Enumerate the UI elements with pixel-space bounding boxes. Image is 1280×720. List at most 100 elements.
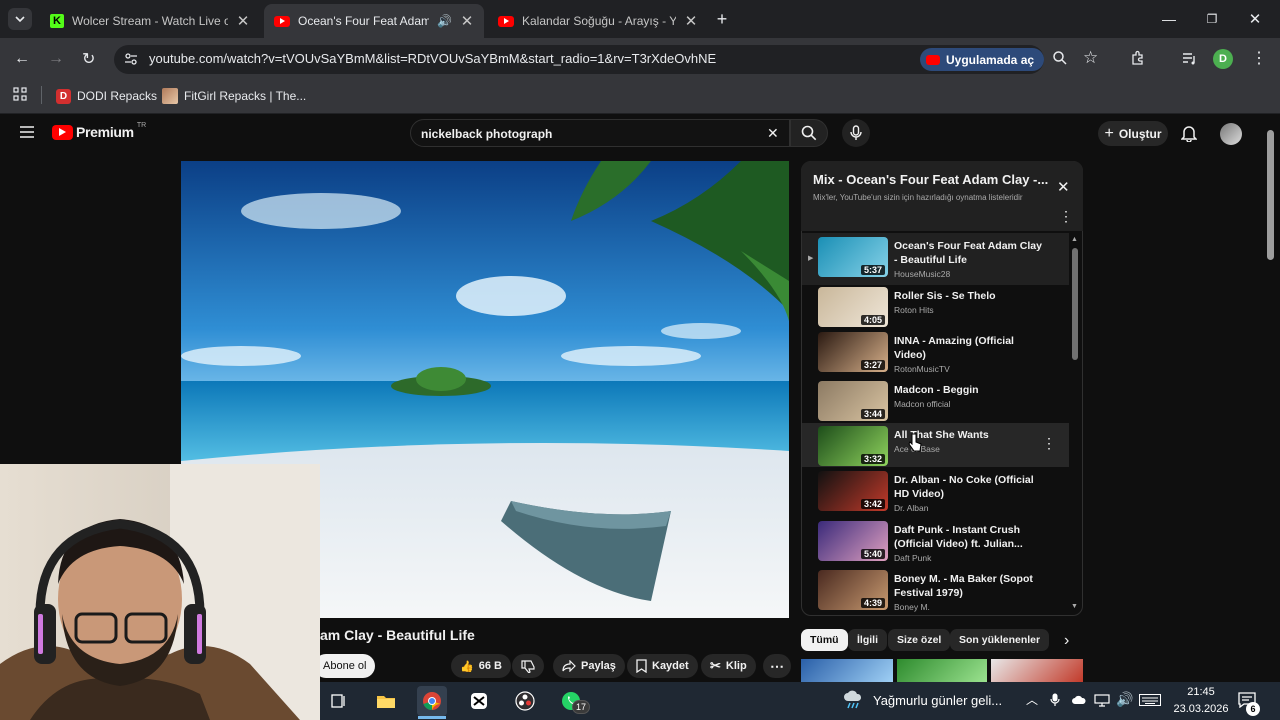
onedrive-cloud-icon[interactable]	[1071, 694, 1087, 706]
zoom-icon[interactable]	[1052, 50, 1068, 66]
bookmark-fitgirl[interactable]: FitGirl Repacks | The...	[162, 86, 306, 106]
duration: 4:39	[860, 598, 885, 608]
tab-kick[interactable]: K Wolcer Stream - Watch Live on ✕	[40, 4, 260, 38]
tab-title: Ocean's Four Feat Adam Cl	[298, 14, 430, 28]
playlist-item[interactable]: 5:40 Daft Punk - Instant Crush (Official…	[802, 521, 1070, 566]
close-icon[interactable]: ✕	[684, 12, 698, 30]
restore-button[interactable]: ❐	[1201, 8, 1223, 30]
playlist-item[interactable]: 3:32 All That She Wants Ace of Base ⋮	[802, 426, 1070, 471]
chip-all[interactable]: Tümü	[801, 629, 848, 651]
playlist-item[interactable]: 5:37 Ocean's Four Feat Adam Clay - Beaut…	[802, 237, 1070, 282]
tray-chevron-up-icon[interactable]: ︿	[1026, 691, 1038, 708]
clip-button[interactable]: ✂ Klip	[701, 654, 756, 678]
minimize-button[interactable]: —	[1158, 8, 1180, 30]
new-tab-button[interactable]: +	[711, 8, 733, 30]
dislike-button[interactable]	[512, 654, 544, 678]
scroll-up-icon[interactable]: ▲	[1071, 236, 1078, 243]
chip-related[interactable]: İlgili	[848, 629, 887, 651]
search-value: nickelback photograph	[421, 127, 553, 141]
chips-next-icon[interactable]: ›	[1064, 632, 1069, 650]
playlist-menu-kebab-icon[interactable]: ⋮	[1059, 208, 1073, 225]
tab-youtube-active[interactable]: Ocean's Four Feat Adam Cl 🔊 ✕	[264, 4, 484, 38]
network-icon[interactable]	[1094, 694, 1110, 707]
playlist-item[interactable]: 3:27 INNA - Amazing (Official Video) Rot…	[802, 332, 1070, 377]
recommendation-thumbnail[interactable]	[991, 659, 1083, 682]
media-control-icon[interactable]	[1181, 50, 1197, 66]
item-title: Ocean's Four Feat Adam Clay - Beautiful …	[894, 240, 1042, 266]
close-window-button[interactable]: ✕	[1244, 8, 1266, 30]
apps-grid-icon[interactable]	[13, 87, 27, 101]
playlist-item[interactable]: 4:05 Roller Sis - Se Thelo Roton Hits	[802, 287, 1070, 332]
menu-kebab-icon[interactable]: ⋮	[1251, 48, 1267, 68]
keyboard-icon[interactable]	[1139, 694, 1161, 706]
capcut-icon[interactable]	[464, 686, 494, 716]
obs-icon[interactable]	[510, 686, 540, 716]
whatsapp-badge: 17	[572, 700, 590, 714]
volume-icon[interactable]: 🔊	[1116, 691, 1133, 708]
account-avatar[interactable]	[1220, 123, 1242, 145]
close-icon[interactable]: ✕	[460, 12, 474, 30]
microphone-tray-icon[interactable]	[1050, 693, 1060, 707]
clip-label: Klip	[725, 660, 747, 672]
duration: 3:42	[860, 499, 885, 509]
tab-youtube-kalandar[interactable]: Kalandar Soğuğu - Arayış - You ✕	[488, 4, 708, 38]
item-title: Madcon - Beggin	[894, 384, 979, 396]
file-explorer-icon[interactable]	[371, 686, 401, 716]
voice-search-button[interactable]	[842, 119, 870, 147]
like-button[interactable]: 👍 66 B	[451, 654, 511, 678]
playlist-scrollbar[interactable]	[1072, 248, 1078, 360]
more-actions-button[interactable]: ⋯	[763, 654, 791, 678]
close-icon[interactable]: ✕	[236, 12, 250, 30]
search-input[interactable]: nickelback photograph ✕	[410, 119, 790, 147]
site-info-icon[interactable]	[124, 52, 138, 66]
open-in-app-button[interactable]: Uygulamada aç	[920, 48, 1045, 71]
weather-rain-icon[interactable]	[843, 690, 865, 710]
notifications-bell-icon[interactable]	[1181, 124, 1197, 142]
recommendation-thumbnail[interactable]	[897, 659, 987, 682]
weather-text[interactable]: Yağmurlu günler geli...	[873, 693, 1002, 708]
thumbnail: 5:40	[818, 521, 888, 561]
forward-icon[interactable]: →	[48, 50, 64, 68]
clear-search-icon[interactable]: ✕	[767, 125, 779, 142]
chip-recent[interactable]: Son yüklenenler	[950, 629, 1050, 651]
item-title: Boney M. - Ma Baker (Sopot Festival 1979…	[894, 573, 1033, 599]
subscribe-button[interactable]: Abone ol	[314, 654, 376, 678]
tab-title: Kalandar Soğuğu - Arayış - You	[522, 14, 676, 28]
playlist-item[interactable]: 4:39 Boney M. - Ma Baker (Sopot Festival…	[802, 570, 1070, 615]
page-scrollbar[interactable]	[1267, 130, 1274, 260]
create-button[interactable]: + Oluştur	[1098, 121, 1168, 146]
hamburger-menu-icon[interactable]	[20, 126, 34, 138]
open-in-app-label: Uygulamada aç	[946, 52, 1035, 67]
task-view-icon[interactable]	[324, 686, 354, 716]
share-button[interactable]: Paylaş	[553, 654, 625, 678]
bookmark-dodi[interactable]: D DODI Repacks	[56, 86, 157, 106]
back-icon[interactable]: ←	[14, 50, 30, 68]
youtube-premium-logo[interactable]: Premium TR	[52, 122, 146, 140]
playlist-title[interactable]: Mix - Ocean's Four Feat Adam Clay -...	[813, 172, 1048, 187]
extensions-icon[interactable]	[1130, 50, 1146, 66]
item-title: Roller Sis - Se Thelo	[894, 290, 996, 302]
chip-for-you[interactable]: Size özel	[888, 629, 951, 651]
hand-cursor-icon	[908, 433, 922, 452]
close-playlist-icon[interactable]: ✕	[1057, 178, 1070, 196]
thumbnail: 3:44	[818, 381, 888, 421]
chrome-taskbar-icon[interactable]	[417, 686, 447, 716]
scroll-down-icon[interactable]: ▼	[1071, 603, 1078, 610]
playlist-item[interactable]: 3:44 Madcon - Beggin Madcon official	[802, 381, 1070, 426]
item-title: Daft Punk - Instant Crush (Official Vide…	[894, 524, 1023, 550]
profile-avatar[interactable]: D	[1213, 49, 1233, 69]
bookmark-star-icon[interactable]: ☆	[1083, 48, 1098, 68]
item-channel: Boney M.	[894, 602, 930, 612]
clock-time[interactable]: 21:45	[1172, 686, 1230, 698]
speaker-icon[interactable]: 🔊	[437, 14, 452, 28]
tab-search-button[interactable]	[8, 8, 32, 30]
thumbnail: 3:32	[818, 426, 888, 466]
reload-icon[interactable]: ↻	[82, 49, 95, 69]
item-menu-kebab-icon[interactable]: ⋮	[1042, 435, 1056, 452]
search-button[interactable]	[790, 119, 828, 147]
share-label: Paylaş	[581, 660, 616, 672]
clock-date[interactable]: 23.03.2026	[1168, 703, 1234, 715]
recommendation-thumbnail[interactable]	[801, 659, 893, 682]
playlist-item[interactable]: 3:42 Dr. Alban - No Coke (Official HD Vi…	[802, 471, 1070, 516]
save-button[interactable]: Kaydet	[627, 654, 698, 678]
